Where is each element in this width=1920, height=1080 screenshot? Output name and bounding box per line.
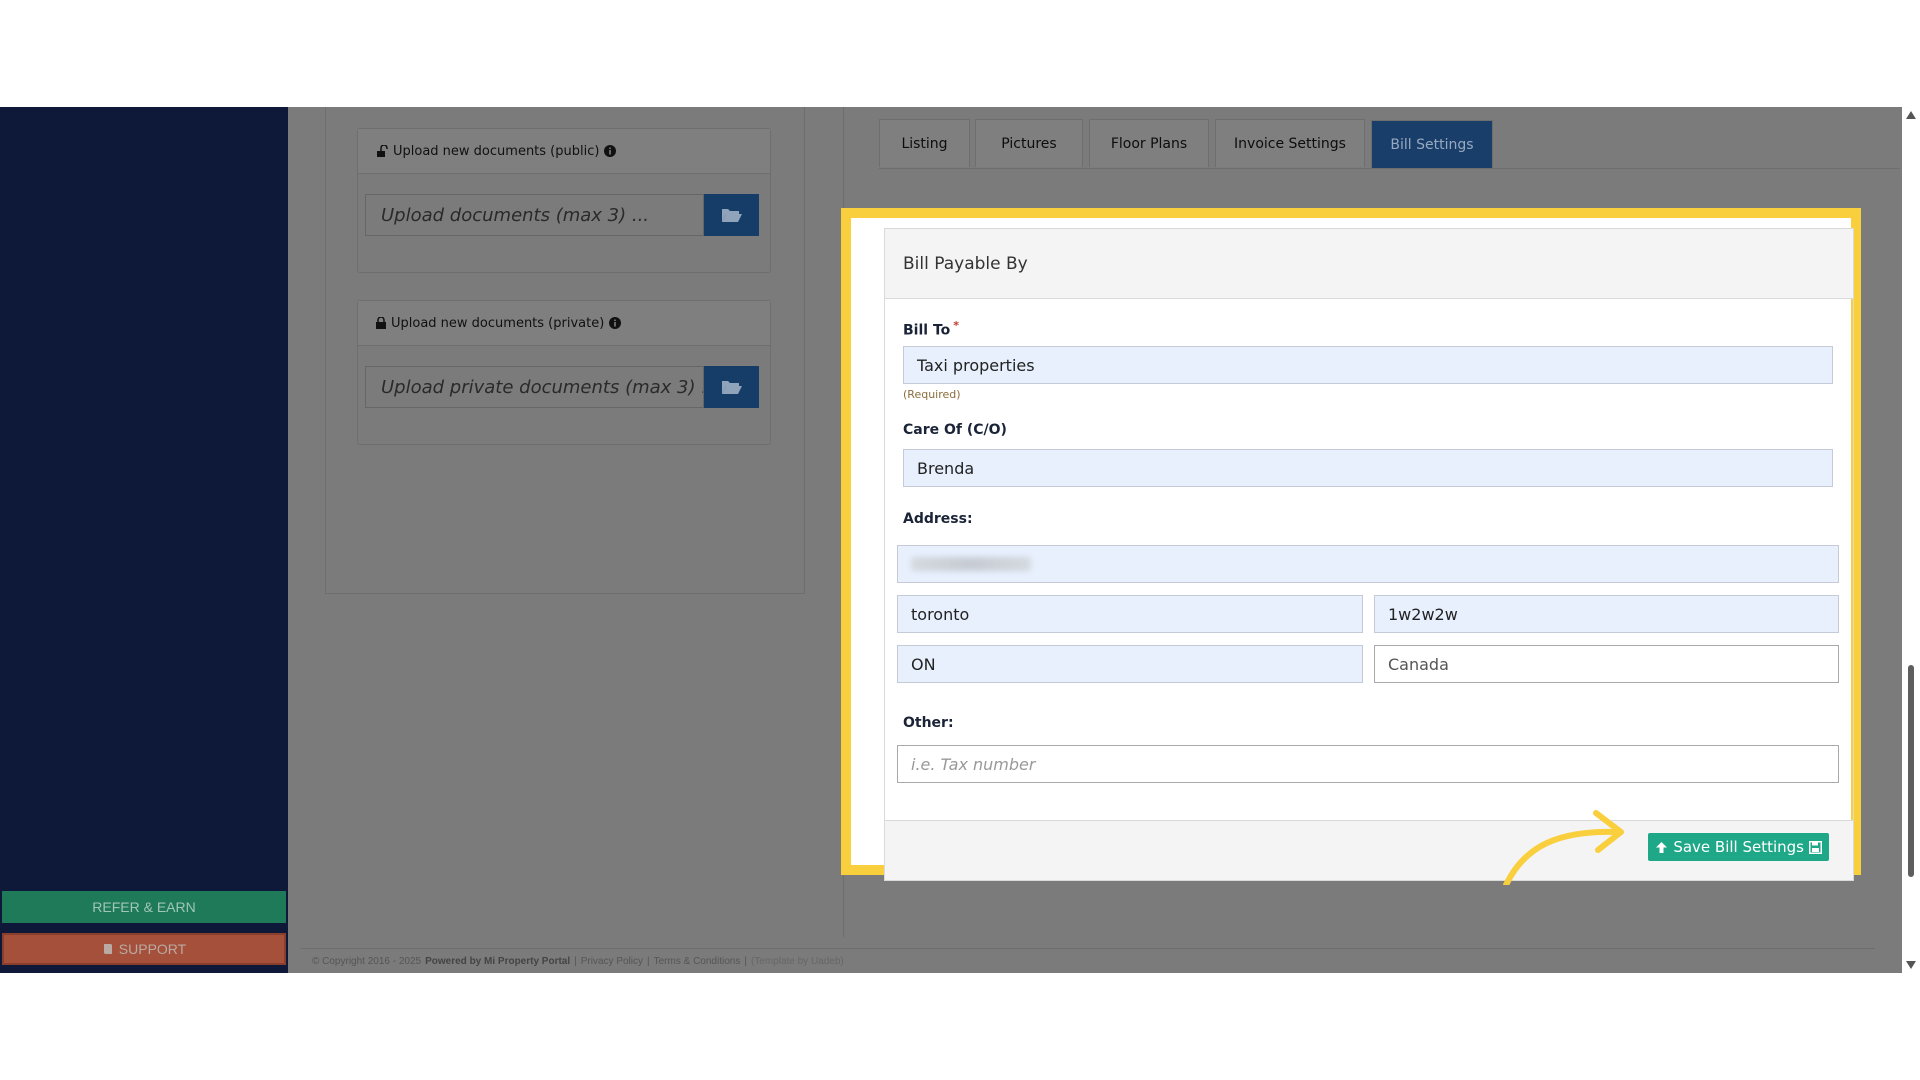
public-upload-input[interactable]: Upload documents (max 3) ...: [365, 194, 704, 236]
scroll-down-icon[interactable]: [1906, 961, 1916, 969]
lock-icon: [376, 317, 386, 329]
book-icon: [103, 944, 112, 954]
required-asterisk: *: [953, 319, 960, 332]
save-button-label: Save Bill Settings: [1673, 838, 1804, 856]
footer-separator: |: [744, 955, 747, 967]
public-upload-box: Upload new documents (public) Upload doc…: [357, 128, 771, 273]
care-of-input[interactable]: Brenda: [903, 449, 1833, 487]
refer-label: REFER & EARN: [92, 899, 196, 915]
card-title: Bill Payable By: [885, 229, 1853, 299]
private-upload-header: Upload new documents (private): [358, 301, 770, 346]
privacy-policy-link[interactable]: Privacy Policy: [581, 956, 643, 967]
public-upload-title: Upload new documents (public): [393, 143, 600, 159]
private-upload-row: Upload private documents (max 3) ...: [365, 366, 759, 408]
sidebar: REFER & EARN SUPPORT: [0, 107, 288, 973]
highlight-frame: Bill Payable By Bill To * Taxi properties…: [841, 208, 1861, 881]
bill-to-label-text: Bill To: [903, 322, 951, 339]
folder-open-icon: [721, 381, 742, 394]
private-upload-title: Upload new documents (private): [391, 315, 605, 331]
footer-separator: |: [574, 955, 577, 967]
postal-code-input[interactable]: 1w2w2w: [1374, 595, 1839, 633]
support-label: SUPPORT: [118, 941, 187, 957]
scrollbar-thumb[interactable]: [1908, 665, 1914, 877]
redacted-address: [911, 557, 1031, 571]
template-credit: (Template by Uadeb): [750, 955, 844, 967]
private-browse-button[interactable]: [704, 366, 759, 408]
public-upload-header: Upload new documents (public): [358, 129, 770, 174]
bill-to-input[interactable]: Taxi properties: [903, 346, 1833, 384]
tab-listing[interactable]: Listing: [879, 119, 970, 167]
street-address-input[interactable]: [897, 545, 1839, 583]
province-input[interactable]: ON: [897, 645, 1363, 683]
tab-bill-settings[interactable]: Bill Settings: [1371, 120, 1493, 168]
app-frame: REFER & EARN SUPPORT Upload new document…: [0, 107, 1920, 973]
refer-and-earn-button[interactable]: REFER & EARN: [2, 891, 286, 923]
address-label: Address:: [903, 511, 973, 527]
public-browse-button[interactable]: [704, 194, 759, 236]
document-upload-panel: Upload new documents (public) Upload doc…: [325, 107, 805, 594]
unlock-icon: [377, 145, 388, 157]
care-of-label: Care Of (C/O): [903, 422, 1007, 438]
folder-open-icon: [721, 209, 742, 222]
powered-by-link[interactable]: Powered by Mi Property Portal: [425, 956, 570, 967]
info-icon: [604, 145, 617, 157]
bill-to-help: (Required): [903, 388, 961, 401]
private-upload-box: Upload new documents (private) Upload pr…: [357, 300, 771, 445]
other-input[interactable]: i.e. Tax number: [897, 745, 1839, 783]
other-label: Other:: [903, 715, 954, 731]
support-button[interactable]: SUPPORT: [2, 933, 286, 965]
scroll-up-icon[interactable]: [1906, 111, 1916, 119]
tab-pictures[interactable]: Pictures: [975, 119, 1083, 167]
tab-invoice-settings[interactable]: Invoice Settings: [1215, 119, 1365, 167]
tab-floor-plans[interactable]: Floor Plans: [1089, 119, 1209, 167]
copyright-text: © Copyright 2016 - 2025: [312, 955, 422, 967]
page-footer: © Copyright 2016 - 2025 Powered by Mi Pr…: [300, 948, 1875, 973]
bill-settings-card: Bill Payable By Bill To * Taxi properties…: [884, 228, 1854, 881]
info-icon: [609, 317, 622, 329]
terms-link[interactable]: Terms & Conditions: [654, 956, 741, 967]
country-input[interactable]: Canada: [1374, 645, 1839, 683]
arrow-up-icon: [1656, 841, 1668, 853]
city-input[interactable]: toronto: [897, 595, 1363, 633]
public-upload-row: Upload documents (max 3) ...: [365, 194, 759, 236]
footer-separator: |: [647, 955, 650, 967]
callout-arrow: [1503, 810, 1624, 885]
bill-to-label: Bill To *: [903, 319, 959, 339]
card-footer: Save Bill Settings: [885, 820, 1853, 880]
private-upload-input[interactable]: Upload private documents (max 3) ...: [365, 366, 704, 408]
save-bill-settings-button[interactable]: Save Bill Settings: [1648, 833, 1829, 861]
floppy-disk-icon: [1809, 840, 1822, 854]
vertical-scrollbar[interactable]: [1902, 107, 1920, 973]
tab-bar: Listing Pictures Floor Plans Invoice Set…: [879, 119, 1900, 169]
